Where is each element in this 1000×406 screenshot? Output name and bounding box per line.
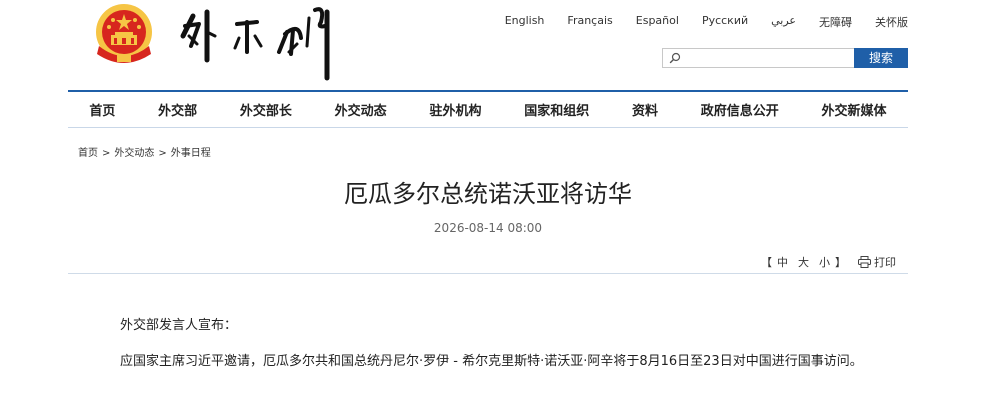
nav-item-minister[interactable]: 外交部长 bbox=[240, 100, 292, 119]
font-size-small[interactable]: 小 bbox=[819, 256, 830, 269]
printer-icon bbox=[858, 256, 871, 268]
lang-spanish[interactable]: Español bbox=[636, 14, 679, 30]
main-nav: 首页 外交部 外交部长 外交动态 驻外机构 国家和组织 资料 政府信息公开 外交… bbox=[68, 90, 908, 128]
print-label: 打印 bbox=[874, 256, 896, 269]
search-input[interactable] bbox=[685, 50, 849, 66]
nav-item-gov-info[interactable]: 政府信息公开 bbox=[701, 100, 779, 119]
lang-english[interactable]: English bbox=[505, 14, 545, 30]
article-paragraph: 应国家主席习近平邀请，厄瓜多尔共和国总统丹尼尔·罗伊 - 希尔克里斯特·诺沃亚·… bbox=[120, 354, 863, 369]
lang-french[interactable]: Français bbox=[567, 14, 612, 30]
breadcrumb-separator: > bbox=[158, 148, 167, 159]
breadcrumb-schedule[interactable]: 外事日程 bbox=[171, 148, 211, 159]
care-version-link[interactable]: 关怀版 bbox=[875, 14, 908, 30]
breadcrumb: 首页 > 外交动态 > 外事日程 bbox=[78, 144, 211, 159]
search-icon bbox=[669, 52, 681, 64]
article-paragraph: 外交部发言人宣布： bbox=[120, 318, 238, 333]
nav-item-new-media[interactable]: 外交新媒体 bbox=[822, 100, 887, 119]
font-size-selector: 【中大小】 bbox=[761, 254, 846, 270]
national-emblem-icon bbox=[96, 4, 152, 63]
breadcrumb-home[interactable]: 首页 bbox=[78, 148, 98, 159]
ministry-calligraphy-logo bbox=[180, 7, 330, 81]
print-button[interactable]: 打印 bbox=[858, 254, 896, 270]
nav-item-resources[interactable]: 资料 bbox=[632, 100, 658, 119]
lang-arabic[interactable]: عربي bbox=[771, 14, 796, 30]
bracket-open: 【 bbox=[761, 256, 772, 269]
nav-item-ministry[interactable]: 外交部 bbox=[158, 100, 197, 119]
breadcrumb-separator: > bbox=[102, 148, 111, 159]
bracket-close: 】 bbox=[835, 256, 846, 269]
article-date: 2026-08-14 08:00 bbox=[433, 221, 543, 235]
font-size-medium[interactable]: 大 bbox=[798, 256, 809, 269]
language-bar: English Français Español Русский عربي 无障… bbox=[505, 14, 908, 30]
accessibility-link[interactable]: 无障碍 bbox=[819, 14, 852, 30]
nav-item-diplomatic-news[interactable]: 外交动态 bbox=[335, 100, 387, 119]
content-divider bbox=[68, 273, 908, 274]
article-title: 厄瓜多尔总统诺沃亚将访华 bbox=[344, 180, 632, 208]
nav-item-countries[interactable]: 国家和组织 bbox=[524, 100, 589, 119]
nav-item-home[interactable]: 首页 bbox=[89, 100, 115, 119]
nav-item-missions[interactable]: 驻外机构 bbox=[429, 100, 481, 119]
search-box bbox=[662, 48, 854, 68]
font-size-large[interactable]: 中 bbox=[777, 256, 788, 269]
lang-russian[interactable]: Русский bbox=[702, 14, 748, 30]
breadcrumb-diplomatic-news[interactable]: 外交动态 bbox=[114, 148, 154, 159]
search-button[interactable]: 搜索 bbox=[854, 48, 908, 68]
